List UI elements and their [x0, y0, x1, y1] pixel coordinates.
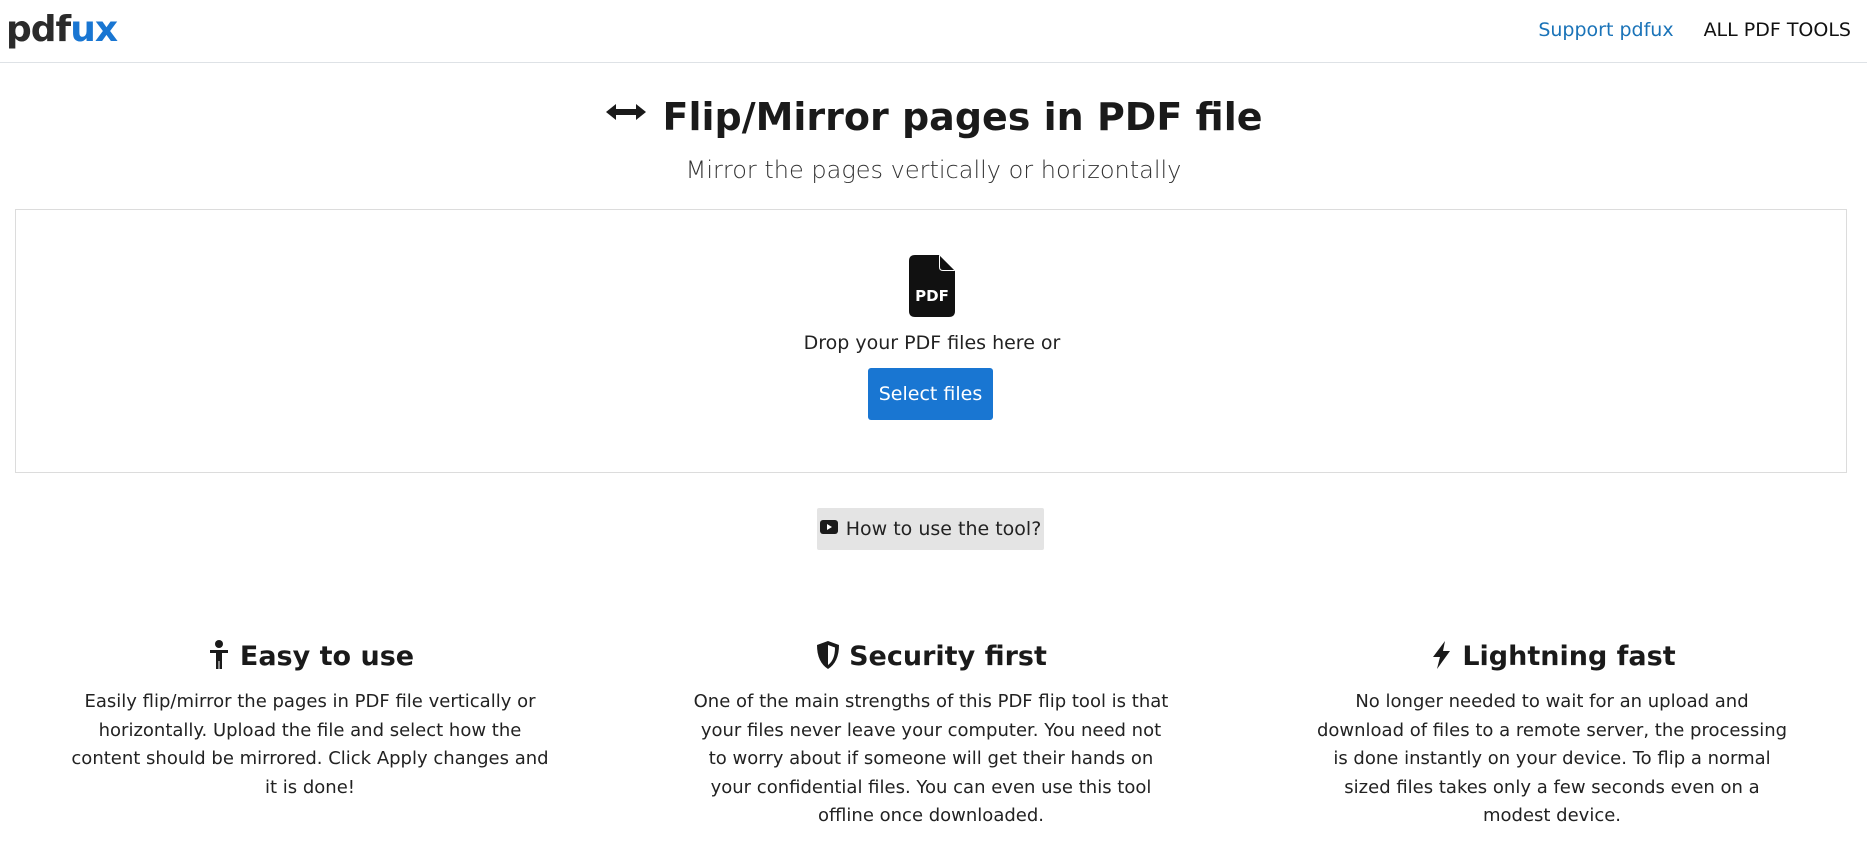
support-link[interactable]: Support pdfux — [1538, 18, 1673, 42]
feature-description: Easily flip/mirror the pages in PDF file… — [71, 691, 549, 798]
feature-easy-to-use: Easy to use Easily flip/mirror the pages… — [50, 636, 570, 802]
pdf-icon-label: PDF — [915, 287, 949, 305]
page-title-text: Flip/Mirror pages in PDF file — [662, 95, 1263, 139]
feature-title: Lightning fast — [1462, 641, 1676, 672]
how-to-use-button[interactable]: How to use the tool? — [817, 508, 1044, 550]
how-to-use-label: How to use the tool? — [845, 518, 1042, 540]
horizontal-arrows-icon — [606, 104, 647, 120]
feature-title: Easy to use — [239, 641, 415, 672]
youtube-icon — [819, 520, 838, 534]
feature-lightning-fast: Lightning fast No longer needed to wait … — [1292, 636, 1812, 831]
select-files-button[interactable]: Select files — [868, 368, 993, 420]
logo[interactable]: pdfux — [6, 8, 118, 52]
feature-title: Security first — [849, 641, 1047, 672]
feature-security-first: Security first One of the main strengths… — [671, 636, 1191, 831]
lightning-icon — [1433, 641, 1451, 669]
pdf-file-icon: PDF — [909, 255, 955, 317]
page-subtitle: Mirror the pages vertically or horizonta… — [685, 156, 1182, 184]
logo-part-ux: ux — [70, 9, 118, 50]
nav-links: Support pdfux ALL PDF TOOLS — [1538, 18, 1851, 42]
all-pdf-tools-link[interactable]: ALL PDF TOOLS — [1704, 18, 1851, 42]
page-title: Flip/Mirror pages in PDF file — [604, 88, 1263, 146]
hero: Flip/Mirror pages in PDF file — [0, 88, 1867, 146]
logo-part-pdf: pdf — [6, 9, 71, 50]
child-icon — [209, 640, 228, 669]
shield-icon — [817, 641, 840, 669]
drop-prompt: Drop your PDF files here or — [803, 332, 1061, 354]
feature-description: One of the main strengths of this PDF fl… — [693, 691, 1169, 826]
navbar: pdfux Support pdfux ALL PDF TOOLS — [0, 0, 1867, 63]
file-dropzone[interactable]: PDF Drop your PDF files here or Select f… — [15, 209, 1847, 473]
feature-description: No longer needed to wait for an upload a… — [1316, 691, 1788, 826]
